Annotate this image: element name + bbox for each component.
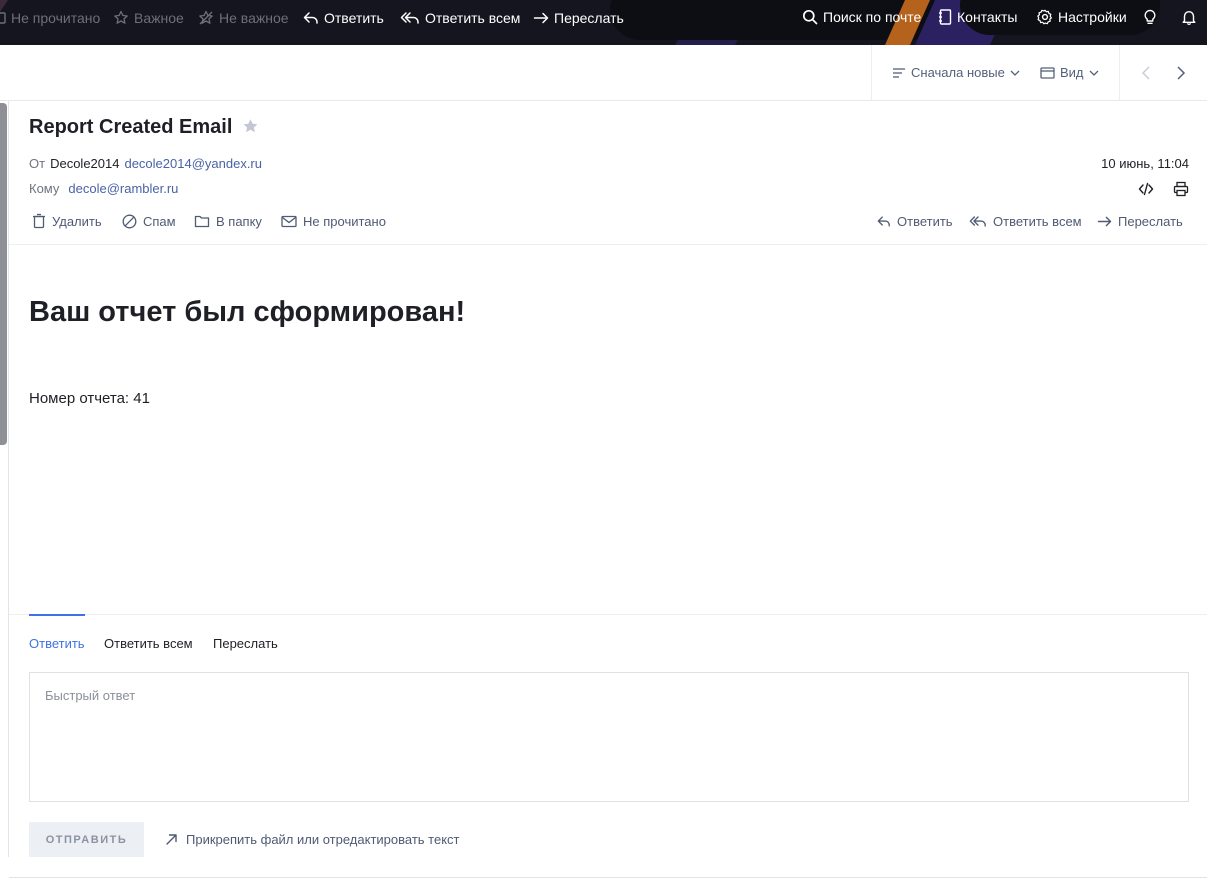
view-label: Вид [1060,65,1084,80]
chevron-down-icon [1089,70,1098,76]
print-icon[interactable] [1173,181,1189,197]
view-icon [1040,66,1055,79]
gear-icon [1037,9,1052,24]
forward-icon [1097,216,1112,226]
search-mail-label: Поиск по почте [823,8,922,25]
sort-dropdown[interactable]: Сначала новые [892,45,1020,100]
forward-label: Переслать [1118,213,1183,229]
divider [871,45,872,100]
toolbar-unread-label: Не прочитано [11,9,101,26]
star-off-icon [199,10,213,24]
sort-label: Сначала новые [911,65,1005,80]
toolbar-forward-label: Переслать [554,9,624,26]
toolbar-reply-button[interactable]: Ответить [303,0,384,35]
message-body-text: Номер отчета: 41 [29,390,150,407]
trash-icon [33,213,45,229]
view-dropdown[interactable]: Вид [1040,45,1099,100]
contacts-label: Контакты [957,8,1018,25]
contacts-button[interactable]: Контакты [938,0,1017,34]
settings-label: Настройки [1058,8,1127,25]
sender-name[interactable]: Decole2014 [50,156,119,171]
move-to-folder-label: В папку [216,213,262,229]
mark-unread-button[interactable]: Не прочитано [281,211,386,231]
tab-reply[interactable]: Ответить [29,636,85,651]
from-label: От [29,156,46,171]
search-icon [802,9,818,24]
delete-button[interactable]: Удалить [32,211,102,231]
attach-label: Прикрепить файл или отредактировать текс… [186,831,460,847]
secondary-toolbar: Сначала новые Вид [0,45,1207,101]
toolbar-reply-label: Ответить [324,9,384,26]
reply-all-label: Ответить всем [993,213,1082,229]
envelope-icon [281,215,297,227]
delete-label: Удалить [52,213,102,229]
spam-label: Спам [143,213,176,229]
recipient-email[interactable]: decole@rambler.ru [68,181,178,196]
to-label: Кому [29,181,60,196]
reply-label: Ответить [897,213,953,229]
toolbar-forward-button[interactable]: Переслать [533,0,624,35]
toolbar-unread-button[interactable]: Не прочитано [0,0,100,35]
settings-button[interactable]: Настройки [1037,0,1127,34]
quick-reply-input[interactable] [30,673,1188,801]
folder-icon [194,215,210,228]
reply-divider [9,614,1207,615]
message-subject: Report Created Email [29,116,233,138]
message-body-heading: Ваш отчет был сформирован! [29,296,466,328]
forward-button[interactable]: Переслать [1097,211,1183,231]
attach-or-edit-link[interactable]: Прикрепить файл или отредактировать текс… [165,830,460,848]
code-icon[interactable] [1138,181,1154,197]
reply-all-button[interactable]: Ответить всем [969,211,1082,231]
toolbar-not-important-label: Не важное [219,9,289,26]
move-to-folder-button[interactable]: В папку [194,211,262,231]
message-scrollbar[interactable] [0,101,9,857]
tips-button[interactable] [1143,0,1157,34]
chevron-left-icon [1141,65,1150,80]
next-message-button[interactable] [1176,45,1186,100]
star-icon[interactable] [242,118,259,135]
from-row: От Decole2014 decole2014@yandex.ru [29,156,262,171]
notifications-button[interactable] [1181,0,1197,34]
tab-reply-all[interactable]: Ответить всем [104,636,193,651]
header-divider [9,244,1207,245]
chevron-down-icon [1010,70,1020,76]
previous-message-button[interactable] [1141,45,1151,100]
toolbar-reply-all-button[interactable]: Ответить всем [400,0,520,35]
toolbar-not-important-button[interactable]: Не важное [198,0,289,35]
lightbulb-icon [1144,9,1156,24]
scrollbar-thumb[interactable] [0,103,7,445]
spam-icon [122,214,137,228]
star-icon [114,10,128,24]
sender-email[interactable]: decole2014@yandex.ru [124,156,262,171]
envelope-icon [0,11,6,24]
tab-forward[interactable]: Переслать [213,636,278,651]
toolbar-important-label: Важное [134,9,184,26]
reply-icon [877,215,890,227]
chevron-right-icon [1177,65,1186,80]
top-toolbar: Не прочитано Важное Не важное Ответить О… [0,0,1207,45]
to-row: Кому decole@rambler.ru [29,181,178,196]
sort-icon [893,67,905,78]
search-mail-button[interactable]: Поиск по почте [802,0,921,34]
reply-button[interactable]: Ответить [877,211,953,231]
contacts-icon [939,8,952,25]
toolbar-reply-all-label: Ответить всем [425,9,521,26]
toolbar-important-button[interactable]: Важное [113,0,184,35]
send-button[interactable]: ОТПРАВИТЬ [29,822,144,857]
forward-icon [533,12,549,23]
message-date: 10 июнь, 11:04 [1101,156,1189,171]
quick-reply-box [29,672,1189,802]
active-tab-indicator [29,614,85,616]
divider [1119,45,1120,100]
spam-button[interactable]: Спам [122,211,176,231]
reply-all-icon [400,11,419,24]
bell-icon [1182,10,1196,25]
reply-all-icon [969,215,986,227]
arrow-up-right-icon [166,833,177,845]
mark-unread-label: Не прочитано [303,213,386,229]
reply-icon [303,11,318,24]
